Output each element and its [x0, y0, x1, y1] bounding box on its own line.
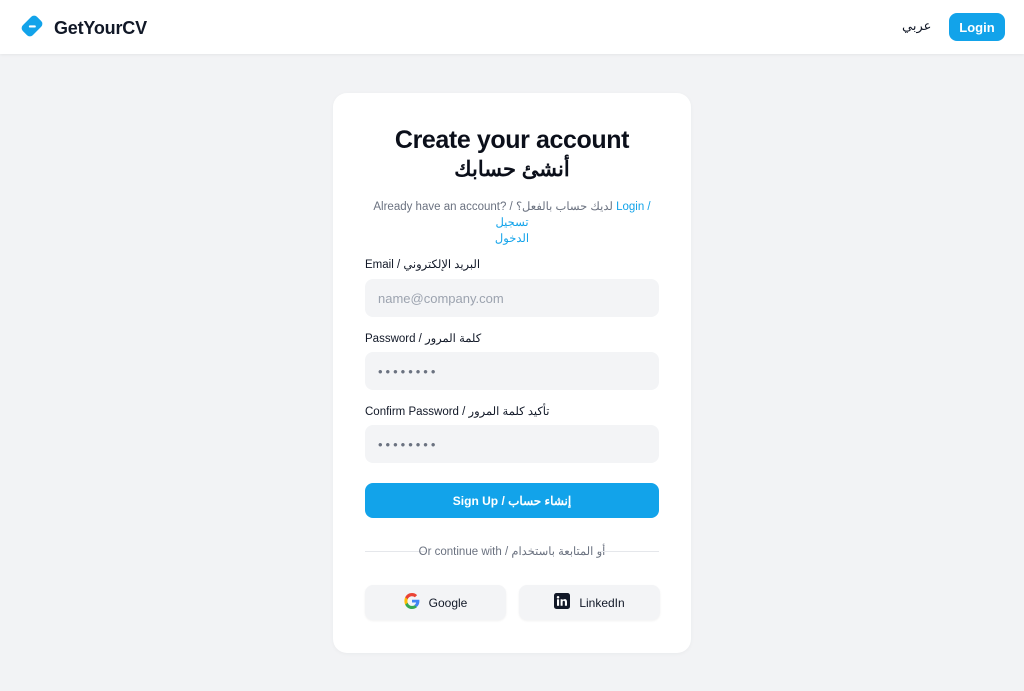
confirm-password-field[interactable]: •••••••• [365, 425, 659, 463]
brand-logo-link[interactable]: GetYourCV [20, 14, 147, 43]
google-label: Google [428, 595, 468, 610]
divider-right [599, 551, 659, 552]
page-title: Create your account [394, 126, 630, 154]
have-account-text: Already have an account? / لديك حساب بال… [373, 201, 613, 213]
language-toggle[interactable]: عربي [902, 18, 931, 34]
signup-button[interactable]: Sign Up / إنشاء حساب [365, 483, 659, 518]
linkedin-icon [554, 593, 579, 612]
signin-prompt: Already have an account? / لديك حساب بال… [365, 199, 659, 247]
confirm-password-value: •••••••• [378, 436, 439, 452]
google-signin-button[interactable]: Google [365, 585, 506, 620]
email-placeholder: name@company.com [378, 290, 504, 306]
header-login-button[interactable]: Login [949, 13, 1005, 41]
email-label: Email / البريد الإلكتروني [365, 259, 481, 271]
top-navbar: GetYourCV عربي Login [0, 0, 1024, 54]
linkedin-label: LinkedIn [579, 595, 625, 610]
password-field[interactable]: •••••••• [365, 352, 659, 390]
google-icon [404, 593, 429, 612]
brand-name: GetYourCV [54, 18, 147, 38]
signin-link-continued[interactable]: الدخول [495, 233, 529, 245]
page-title-arabic: أنشئ حسابك [454, 158, 570, 181]
signup-card: Create your account أنشئ حسابك Already h… [333, 93, 691, 653]
password-value: •••••••• [378, 363, 439, 379]
password-label: Password / كلمة المرور [365, 333, 482, 345]
confirm-password-label: Confirm Password / تأكيد كلمة المرور [365, 406, 550, 418]
email-field[interactable]: name@company.com [365, 279, 659, 317]
linkedin-signin-button[interactable]: LinkedIn [519, 585, 660, 620]
tag-logo-icon [20, 14, 44, 43]
